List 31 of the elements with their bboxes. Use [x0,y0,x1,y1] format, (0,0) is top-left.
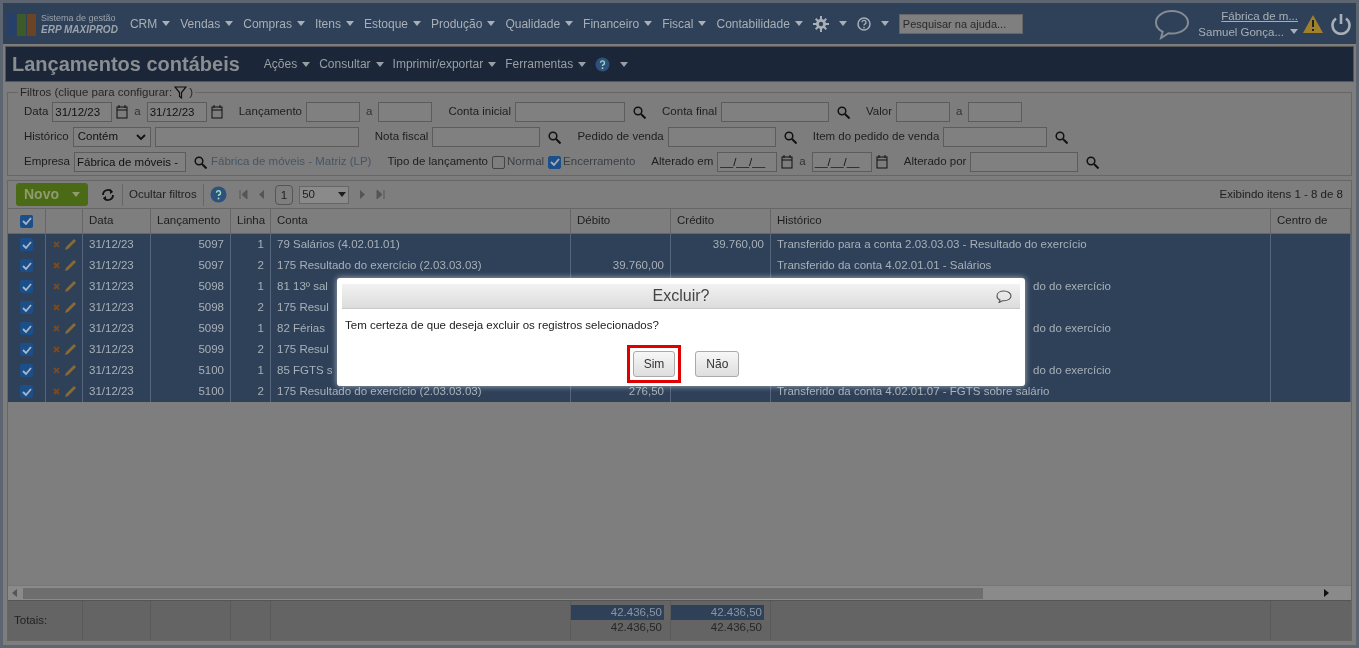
filters-legend-end: ) [189,85,193,100]
filter-label: Empresa [24,154,71,170]
filter-label: Data [24,104,49,120]
filter-label: Pedido de venda [577,129,664,145]
filter-label: Conta final [662,104,718,120]
filter-label: Histórico [24,129,69,145]
logo-title: ERP MAXIPROD [41,23,118,35]
table-cell: 2 [231,381,271,402]
table-cell: 31/12/23 [83,381,151,402]
filter-label: Nota fiscal [374,129,429,145]
filter-label: Tipo de lançamento [387,154,489,170]
logo-subtitle: Sistema de gestão [41,12,117,24]
filter-label: Alterado por [903,154,967,170]
filter-label: Valor [866,104,893,120]
page-title: Lançamentos contábeis [12,52,240,77]
total-value: 42.436,50 [571,605,664,620]
total-value: 42.436,50 [709,620,763,635]
total-value: 42.436,50 [609,620,663,635]
items-summary: Exibindo itens 1 - 8 de 8 [1219,186,1343,202]
filter-label: Lançamento [238,104,302,120]
totals-label: Totais: [14,612,48,628]
range-separator: a [134,104,141,120]
filter-label: Alterado em [651,154,714,170]
range-separator: a [956,104,963,120]
total-value: 42.436,50 [671,605,764,620]
filter-label: Item do pedido de venda [812,129,940,145]
range-separator: a [366,104,373,120]
filter-label: Conta inicial [448,104,512,120]
dialog-title: Excluir? [652,286,710,306]
table-cell: 5100 [151,381,231,402]
range-separator: a [799,154,806,170]
